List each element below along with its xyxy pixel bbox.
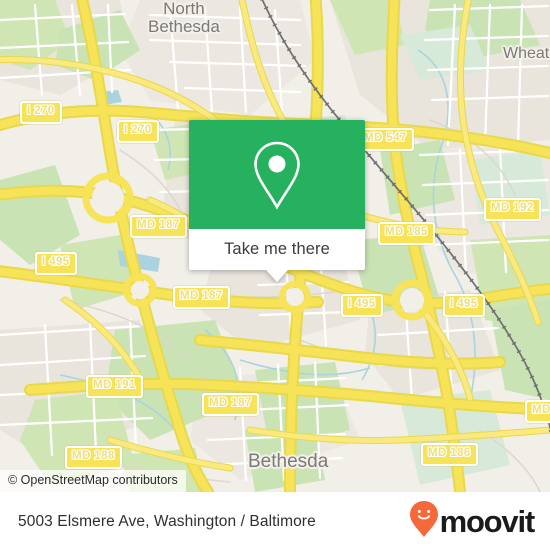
shield-i-495-a: I 495	[35, 252, 77, 275]
shield-md-188: MD 188	[65, 446, 122, 469]
bottom-info-bar: 5003 Elsmere Ave, Washington / Baltimore…	[0, 492, 550, 550]
location-pin-icon	[250, 139, 304, 211]
moovit-wordmark: moovit	[439, 504, 536, 539]
take-me-there-label: Take me there	[224, 240, 330, 258]
shield-md-186: MD 186	[421, 443, 478, 466]
moovit-pin-icon	[409, 500, 439, 543]
shield-md-191: MD 191	[86, 375, 143, 398]
shield-md-187-c: MD 187	[202, 393, 259, 416]
moovit-map-screen: .landbg { fill:#f2efe9; } .urban { fill:…	[0, 0, 550, 550]
shield-md-192: MD 192	[484, 198, 541, 221]
shield-i-270-a: I 270	[20, 101, 62, 124]
shield-md-187-b: MD 187	[173, 286, 230, 309]
callout-pin-area	[189, 120, 365, 229]
shield-i-270-b: I 270	[117, 120, 159, 143]
take-me-there-button[interactable]: Take me there	[189, 229, 365, 282]
callout-tail	[266, 270, 288, 282]
shield-md-185: MD 185	[378, 222, 435, 245]
shield-i-495-c: I 495	[443, 294, 485, 317]
shield-md-187-a: MD 187	[130, 215, 187, 238]
place-wheaton: Wheat	[503, 45, 550, 62]
moovit-logo[interactable]: moovit	[409, 500, 536, 543]
address-label: 5003 Elsmere Ave, Washington / Baltimore	[18, 512, 316, 530]
shield-i-495-b: I 495	[341, 294, 383, 317]
shield-md-4: MD 4	[525, 400, 550, 423]
location-callout-card[interactable]: Take me there	[189, 120, 365, 282]
place-north-bethesda: North Bethesda	[148, 0, 220, 37]
osm-attribution[interactable]: © OpenStreetMap contributors	[0, 470, 186, 492]
map-viewport[interactable]: .landbg { fill:#f2efe9; } .urban { fill:…	[0, 0, 550, 492]
shield-md-547: MD 547	[357, 128, 414, 151]
place-bethesda: Bethesda	[248, 451, 329, 472]
